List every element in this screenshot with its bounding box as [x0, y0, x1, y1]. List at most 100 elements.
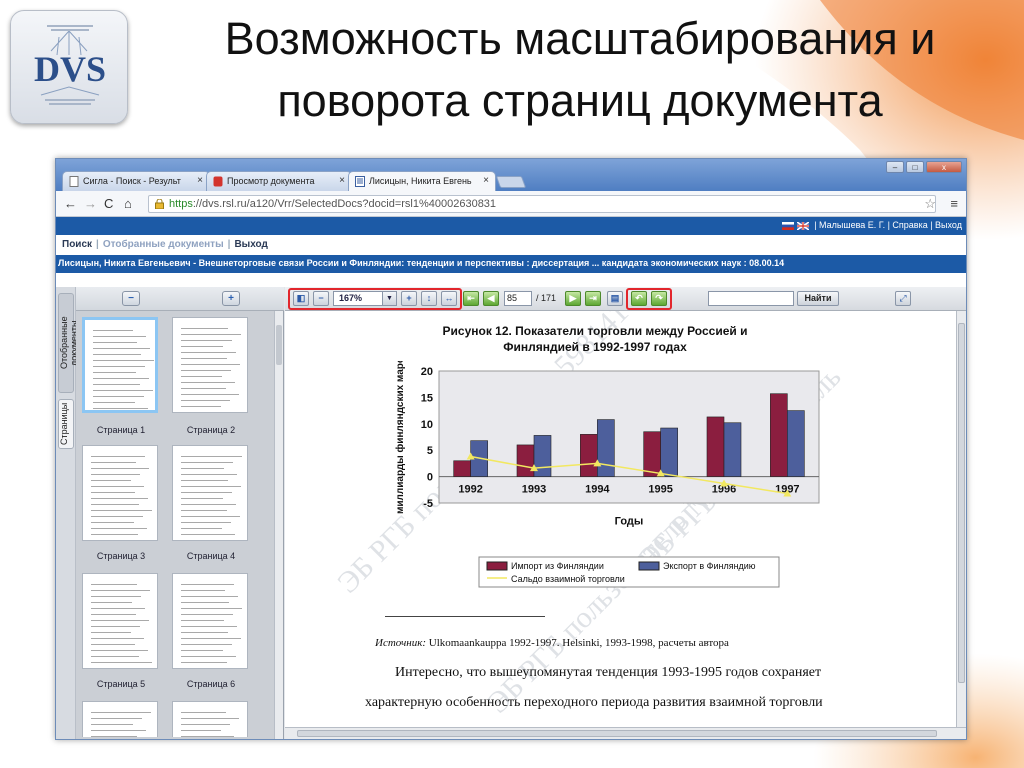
legend-label: Сальдо взаимной торговли: [511, 574, 625, 584]
thumbnail-text-line: [91, 632, 131, 633]
close-tab-icon[interactable]: ×: [197, 175, 203, 186]
user-links-text[interactable]: | Малышева Е. Г. | Справка | Выход: [814, 220, 962, 230]
nav-selected-link[interactable]: Отобранные документы: [103, 239, 224, 250]
thumbnail-text-line: [91, 644, 135, 645]
y-tick-label: 10: [421, 419, 433, 431]
browser-tab-active[interactable]: Лисицын, Никита Евгень ×: [348, 171, 496, 192]
new-tab-button[interactable]: [495, 176, 527, 188]
thumbnail-text-line: [91, 712, 151, 713]
menu-icon[interactable]: ≡: [950, 196, 958, 211]
thumbnail-page-7[interactable]: [82, 701, 158, 737]
slide-title-line1: Возможность масштабирования и: [224, 13, 936, 64]
thumbnail-text-line: [181, 632, 228, 633]
thumbnail-page-2[interactable]: [172, 317, 248, 413]
tab-pages[interactable]: Страницы: [58, 399, 74, 449]
source-label: Источник:: [375, 637, 426, 649]
thumbnail-page-4[interactable]: [172, 445, 248, 541]
thumbnail-text-line: [181, 358, 227, 359]
thumbnail-page-6[interactable]: [172, 573, 248, 669]
thumbnail-text-line: [181, 480, 228, 481]
next-page-button[interactable]: ▶: [565, 291, 581, 306]
browser-tab-view[interactable]: Просмотр документа ×: [206, 171, 352, 191]
page-vertical-scrollbar[interactable]: [956, 311, 966, 727]
thumbnail-scrollbar[interactable]: [274, 311, 283, 739]
thumbnail-text-line: [93, 378, 149, 379]
zoom-out-thumbs-button[interactable]: −: [122, 291, 140, 306]
page-number-input[interactable]: 85: [504, 291, 532, 306]
chart-title: Рисунок 12. Показатели торговли между Ро…: [405, 323, 785, 355]
scroll-thumb[interactable]: [276, 325, 282, 365]
nav-search-link[interactable]: Поиск: [62, 239, 92, 250]
thumbnail-page-5[interactable]: [82, 573, 158, 669]
find-button[interactable]: Найти: [797, 291, 839, 306]
close-tab-icon[interactable]: ×: [483, 175, 489, 186]
bookmark-star-icon[interactable]: ☆: [924, 196, 936, 212]
page-pane: ◧ − 167%▼ + ↕ ↔ ⇤ ◀ 85 / 171 ▶ ⇥ ▤ ↶ ↷: [285, 287, 966, 739]
tab-selected-docs[interactable]: Отобранные документы: [58, 293, 79, 393]
y-tick-label: -5: [423, 498, 433, 510]
russian-flag-icon[interactable]: [781, 221, 794, 230]
maximize-icon[interactable]: □: [906, 161, 924, 173]
document-title-bar: Лисицын, Никита Евгеньевич - Внешнеторго…: [56, 255, 966, 273]
search-input[interactable]: [708, 291, 794, 306]
zoom-in-thumbs-button[interactable]: +: [222, 291, 240, 306]
url-scheme: https: [169, 198, 193, 210]
source-line: Источник: Ulkomaankauppa 1992-1997. Hels…: [375, 637, 729, 649]
slide-title-line2: поворота страниц документа: [277, 75, 883, 126]
thumbnail-page-3[interactable]: [82, 445, 158, 541]
bar: [580, 434, 598, 477]
thumbnail-text-line: [93, 402, 135, 403]
prev-page-button[interactable]: ◀: [483, 291, 499, 306]
thumbnail-text-line: [91, 656, 139, 657]
url-field[interactable]: https://dvs.rsl.ru/a120/Vrr/SelectedDocs…: [148, 195, 936, 213]
thumbnail-text-line: [91, 528, 147, 529]
browser-tab-search[interactable]: Сигла - Поиск - Результ ×: [62, 171, 210, 191]
fullscreen-button[interactable]: ⤢: [895, 291, 911, 306]
last-page-button[interactable]: ⇥: [585, 291, 601, 306]
home-icon[interactable]: ⌂: [124, 196, 132, 211]
thumbnail-text-line: [181, 590, 225, 591]
bar: [643, 431, 661, 477]
back-arrow-icon[interactable]: ←: [64, 196, 77, 211]
thumbnail-text-line: [181, 492, 232, 493]
thumbnail-text-line: [181, 614, 233, 615]
legend-label: Импорт из Финляндии: [511, 561, 604, 571]
thumbnail-text-line: [91, 718, 142, 719]
y-tick-label: 20: [421, 366, 433, 378]
x-axis-label: Годы: [615, 516, 644, 528]
scroll-thumb[interactable]: [297, 730, 937, 737]
scroll-thumb[interactable]: [958, 323, 965, 683]
reload-icon[interactable]: C: [104, 196, 113, 211]
thumbnail-text-line: [181, 620, 224, 621]
thumbnail-text-line: [181, 736, 234, 737]
page-horizontal-scrollbar[interactable]: [285, 727, 966, 739]
close-window-icon[interactable]: x: [926, 161, 962, 173]
window-controls: – □ x: [886, 161, 962, 173]
uk-flag-icon[interactable]: [796, 221, 809, 230]
thumbnail-text-line: [91, 474, 140, 475]
thumbnail-text-line: [93, 336, 146, 337]
nav-exit-link[interactable]: Выход: [234, 239, 267, 250]
thumbnail-text-line: [181, 712, 226, 713]
chart-title-line2: Финляндией в 1992-1997 годах: [503, 340, 687, 354]
body-text-line2: характерную особенность переходного пери…: [365, 695, 823, 710]
thumbnail-label: Страница 1: [96, 425, 146, 435]
bar: [770, 393, 788, 477]
first-page-button[interactable]: ⇤: [463, 291, 479, 306]
thumbnail-text-line: [91, 522, 134, 523]
thumbnail-page-1[interactable]: [82, 317, 158, 413]
thumbnail-text-line: [181, 730, 221, 731]
thumbnail-text-line: [181, 474, 237, 475]
thumbnail-page-8[interactable]: [172, 701, 248, 737]
minimize-icon[interactable]: –: [886, 161, 904, 173]
thumbnail-text-line: [91, 486, 144, 487]
thumbnail-text-line: [181, 400, 230, 401]
close-tab-icon[interactable]: ×: [339, 175, 345, 186]
lock-icon: [155, 199, 164, 209]
thumbnail-text-line: [181, 656, 236, 657]
save-icon[interactable]: ▤: [607, 291, 623, 306]
forward-arrow-icon[interactable]: →: [84, 196, 97, 211]
thumbnail-text-line: [181, 462, 233, 463]
thumbnail-label: Страница 2: [186, 425, 236, 435]
browser-tabbar: Сигла - Поиск - Результ × Просмотр докум…: [56, 159, 966, 192]
